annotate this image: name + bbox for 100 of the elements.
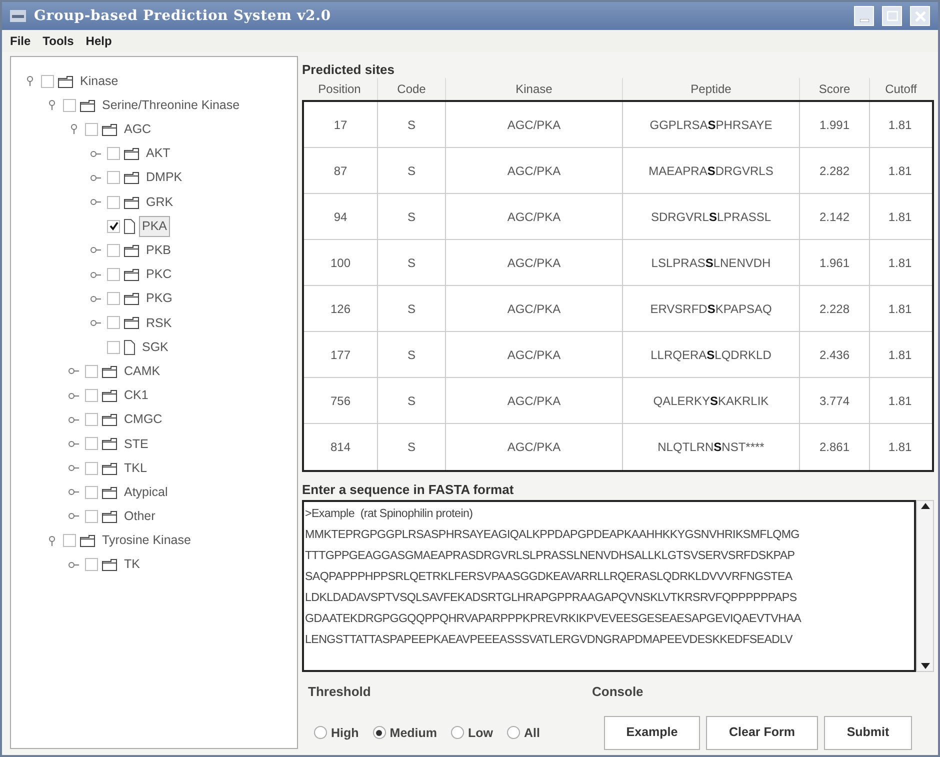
console-button[interactable]: Clear Form (706, 716, 818, 750)
radio-button[interactable]: All (507, 724, 540, 742)
minimize-button[interactable] (854, 6, 874, 26)
tree-item[interactable]: SGK (139, 336, 172, 358)
table-cell: 2.228 (799, 286, 869, 331)
radio-button[interactable]: Medium (372, 724, 438, 742)
column-header[interactable]: Position (302, 78, 377, 100)
table-cell: 1.991 (799, 102, 869, 147)
expand-handle-icon[interactable] (47, 99, 57, 112)
checkbox[interactable] (85, 364, 98, 378)
console-button[interactable]: Submit (824, 716, 912, 750)
expand-handle-icon[interactable] (25, 75, 35, 88)
tree-item[interactable]: PKC (143, 264, 175, 285)
radio-button[interactable]: High (314, 724, 359, 742)
table-cell: S (377, 240, 445, 285)
tree-item[interactable]: Tyrosine Kinase (99, 530, 194, 552)
checkbox[interactable] (85, 510, 98, 523)
menu-item[interactable]: Help (86, 32, 112, 50)
tree-item[interactable]: PKB (143, 240, 174, 261)
checkbox[interactable] (85, 437, 98, 450)
minimize-icon (860, 19, 868, 22)
folder-icon (102, 462, 117, 475)
tree-item[interactable]: CAMK (121, 360, 164, 382)
scroll-up-icon[interactable] (920, 503, 930, 509)
checkbox[interactable] (107, 220, 120, 233)
checkbox[interactable] (41, 74, 54, 88)
menu-item[interactable]: Tools (42, 32, 74, 50)
table-cell: 2.861 (799, 424, 869, 470)
tree-item[interactable]: Other (121, 506, 158, 527)
checkbox[interactable] (107, 316, 120, 330)
table-cell-text: 17 (332, 116, 348, 134)
table-cell-text: 814 (329, 439, 352, 456)
tree-item[interactable]: PKG (143, 288, 176, 310)
tree-item[interactable]: CMGC (121, 409, 166, 430)
close-button[interactable] (910, 6, 930, 26)
table-cell: S (377, 194, 445, 239)
table-cell: S (377, 286, 445, 331)
section-title: Console (592, 683, 644, 701)
table-cell: AGC/PKA (445, 286, 622, 331)
tree-item[interactable]: Kinase (77, 70, 122, 92)
folder-icon (102, 122, 117, 136)
table-cell-text: 87 (332, 162, 348, 180)
checkbox[interactable] (85, 413, 98, 426)
checkbox[interactable] (85, 122, 98, 136)
checkbox[interactable] (107, 171, 120, 184)
folder-icon (102, 413, 117, 426)
checkbox[interactable] (107, 147, 120, 160)
folder-icon (102, 486, 117, 499)
section-title: Enter a sequence in FASTA format (302, 481, 515, 498)
table-cell: MAEAPRASDRGVRLS (622, 148, 799, 193)
table-cell: 1.81 (869, 378, 930, 423)
menu-item[interactable]: File (10, 32, 31, 50)
tree-item[interactable]: DMPK (143, 167, 186, 188)
table-cell: LSLPRASSLNENVDH (622, 240, 799, 285)
table-cell: NLQTLRNSNST**** (622, 424, 799, 470)
checkbox[interactable] (107, 268, 120, 282)
section-title: Predicted sites (302, 61, 396, 78)
folder-icon (102, 364, 117, 378)
checkbox[interactable] (85, 389, 98, 402)
checkbox[interactable] (107, 340, 120, 354)
scrollbar[interactable] (916, 500, 934, 672)
tree-item[interactable]: GRK (143, 192, 176, 212)
checkbox[interactable] (85, 486, 98, 499)
table-cell: AGC/PKA (445, 378, 622, 423)
folder-icon (80, 534, 95, 548)
tree-item[interactable]: Serine/Threonine Kinase (99, 94, 243, 116)
checkbox[interactable] (107, 244, 120, 257)
folder-icon (102, 389, 117, 402)
tree-item[interactable]: TK (121, 554, 143, 576)
file-icon (124, 218, 135, 234)
table-cell: AGC/PKA (445, 424, 622, 470)
close-icon (914, 10, 926, 22)
checkbox[interactable] (107, 292, 120, 306)
console-button[interactable]: Example (604, 716, 700, 750)
checkbox[interactable] (63, 98, 76, 112)
tree-item[interactable]: Atypical (121, 482, 171, 503)
checkbox[interactable] (85, 558, 98, 572)
expand-handle-icon[interactable] (69, 123, 79, 136)
tree-item[interactable]: AGC (121, 119, 154, 140)
table-cell: AGC/PKA (445, 148, 622, 193)
sequence-field[interactable]: >Example (rat Spinophilin protein) MMKTEPRGPGGPLRSASPHRSAYEAGIQALKPPDAPGPDEAPKAAHHKKYGSNVHRIKSMFLQMG TTTGPPGEAGGASGMAEAPRASDRGVRLSLPRASSLNENVDHSALLKLGTSVSERVSRFDSKPAP SAQPAPPPHPPSRLQETRKLFERSVPAASGGDKEAVARRLLRQERASLQDRKLDVVVRFNGSTEA LDKLDADAVSPTVSQLSAVFEKADSRTGLHRAPGPPRAAGAPQVNSKLVTKRSRVFQPPPPPPAPS GDAATEKDRGPGGQQPPQHRVAPARPPPKPREVRKIKPVEVEESGESEAESAPGEVIQAEVTVHAA LENGSTTATTASPAPEEPKAEAVPEEEASSSVATLERGVDNGRAPDMAPEEVDESKKEDFSEADLV (302, 500, 916, 672)
maximize-button[interactable] (882, 6, 902, 26)
table-cell: 1.81 (869, 240, 930, 285)
tree-item[interactable]: AKT (143, 143, 174, 164)
tree-item[interactable]: PKA (139, 216, 170, 237)
tree-item[interactable]: TKL (121, 458, 150, 478)
table-cell: SDRGVRLSLPRASSL (622, 194, 799, 239)
tree-item[interactable]: STE (121, 434, 152, 454)
expand-handle-icon[interactable] (47, 534, 57, 547)
table-cell-text: 126 (329, 300, 352, 318)
folder-icon (80, 98, 95, 112)
folder-icon (102, 558, 117, 572)
table-cell: GGPLRSASPHRSAYE (622, 102, 799, 147)
checkbox[interactable] (107, 196, 120, 209)
tree-item[interactable]: CK1 (121, 385, 152, 406)
checkbox[interactable] (85, 462, 98, 475)
radio-button[interactable]: Low (451, 724, 494, 742)
checkbox[interactable] (63, 534, 76, 548)
scroll-down-icon[interactable] (920, 663, 930, 669)
tree-item[interactable]: RSK (143, 312, 175, 334)
